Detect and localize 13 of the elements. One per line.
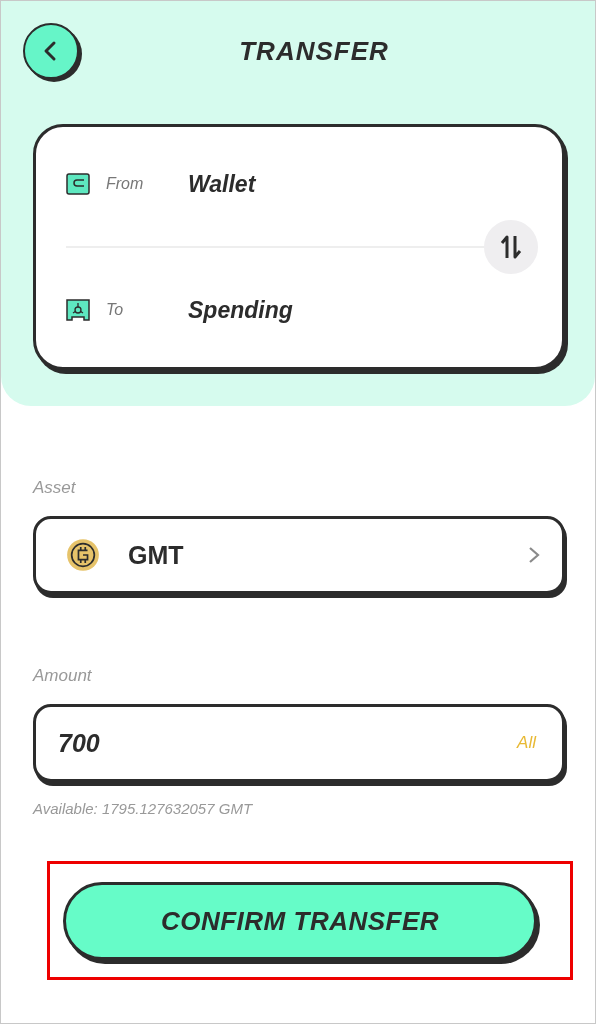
account-name: Wallet bbox=[188, 170, 256, 198]
back-button[interactable] bbox=[23, 23, 79, 79]
direction-label: From bbox=[106, 175, 145, 193]
coin-icon bbox=[66, 538, 100, 572]
page-title: TRANSFER bbox=[238, 35, 390, 67]
account-name: Spending bbox=[188, 296, 293, 324]
wallet-icon bbox=[66, 172, 90, 196]
field-label: Amount bbox=[33, 666, 93, 686]
direction-label: To bbox=[106, 301, 125, 319]
field-label: Asset bbox=[33, 478, 77, 498]
available-balance: Available: 1795.127632057 GMT bbox=[33, 800, 254, 817]
sneaker-box-icon bbox=[66, 298, 90, 322]
chevron-right-icon bbox=[528, 545, 540, 565]
